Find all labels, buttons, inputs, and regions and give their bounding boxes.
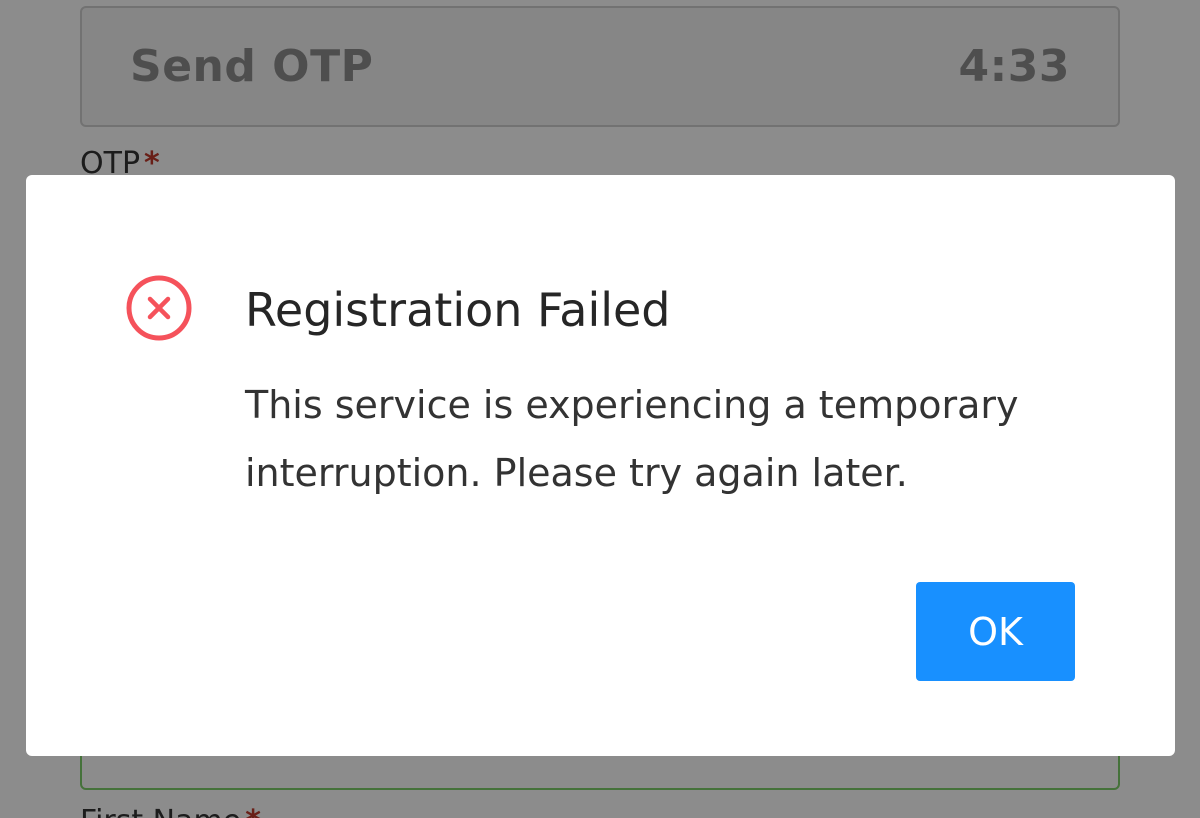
- dialog-title: Registration Failed: [245, 283, 671, 337]
- registration-page: Send OTP 4:33 OTP* First Name* Registrat…: [0, 0, 1200, 818]
- error-dialog: Registration Failed This service is expe…: [26, 175, 1175, 756]
- close-circle-icon: [126, 275, 192, 341]
- ok-button[interactable]: OK: [916, 582, 1075, 681]
- dialog-message: This service is experiencing a temporary…: [245, 383, 1019, 495]
